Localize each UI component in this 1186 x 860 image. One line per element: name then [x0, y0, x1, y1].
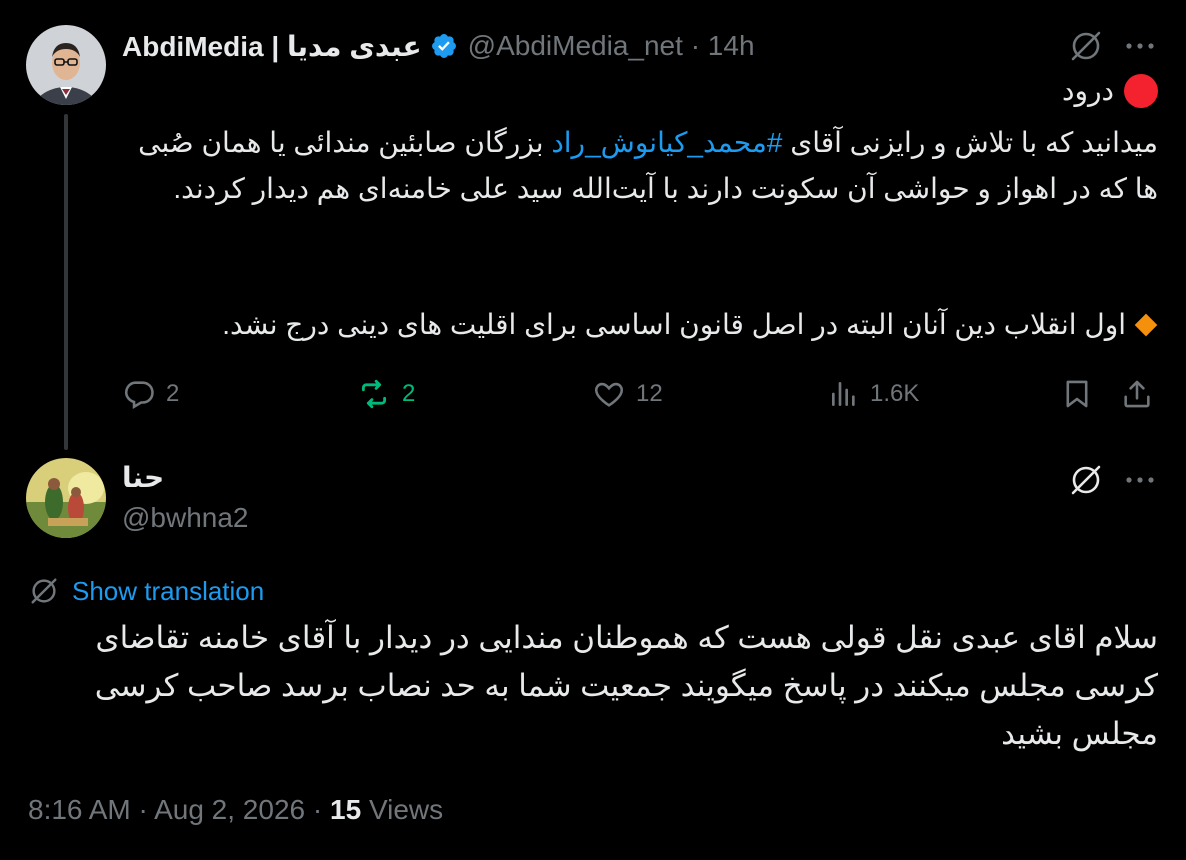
share-button[interactable]	[1120, 372, 1154, 416]
tweet1-body: میدانید که با تلاش و رایزنی آقای #محمد_ک…	[122, 120, 1158, 212]
more-icon[interactable]	[1120, 460, 1160, 500]
repost-icon	[356, 377, 392, 411]
show-translation-link[interactable]: Show translation	[28, 572, 264, 610]
views-icon	[828, 378, 860, 410]
post-time[interactable]: 8:16 AM	[28, 794, 131, 825]
orange-diamond-icon	[1134, 313, 1158, 337]
hashtag-link[interactable]: #محمد_کیانوش_راد	[551, 127, 782, 158]
timestamp[interactable]: 14h	[708, 30, 755, 61]
reply-count: 2	[166, 380, 180, 407]
share-icon	[1120, 377, 1154, 411]
views-button[interactable]: 1.6K	[828, 372, 919, 416]
views-count: 15	[330, 794, 362, 825]
thread-connector	[64, 114, 68, 450]
verified-badge-icon	[430, 32, 458, 60]
display-name[interactable]: AbdiMedia | عبدی مدیا	[122, 30, 422, 63]
post-date[interactable]: Aug 2, 2026	[154, 794, 305, 825]
separator: ·	[690, 30, 701, 61]
more-icon[interactable]	[1120, 26, 1160, 66]
avatar-abdimedia[interactable]	[26, 25, 106, 105]
repost-button[interactable]: 2	[356, 372, 415, 416]
grok-icon[interactable]	[1066, 460, 1106, 500]
grok-icon[interactable]	[1066, 26, 1106, 66]
display-name[interactable]: حنا	[122, 458, 164, 498]
translate-icon	[28, 575, 60, 607]
like-icon	[592, 377, 626, 411]
separator: ·	[138, 794, 148, 825]
reply-icon	[122, 377, 156, 411]
red-circle-icon	[1124, 74, 1158, 108]
handle[interactable]: @AbdiMedia_net	[468, 30, 683, 61]
translate-label: Show translation	[72, 575, 265, 606]
tweet1-action-bar: 2 2 12 1.6K	[122, 372, 1162, 416]
para2-text: اول انقلاب دین آنان البته در اصل قانون ا…	[222, 309, 1126, 340]
like-count: 12	[636, 380, 663, 407]
greeting-line: درود	[122, 68, 1158, 114]
bookmark-icon	[1060, 377, 1094, 411]
tweet2-body: سلام اقای عبدی نقل قولی هست که هموطنان م…	[94, 620, 1158, 751]
greeting-text: درود	[1062, 75, 1114, 106]
separator: ·	[312, 794, 323, 825]
repost-count: 2	[402, 380, 416, 407]
bookmark-button[interactable]	[1060, 372, 1094, 416]
views-count: 1.6K	[870, 380, 920, 407]
tweet1-header: AbdiMedia | عبدی مدیا @AbdiMedia_net · 1…	[122, 26, 755, 66]
views-label: Views	[368, 794, 444, 825]
reply-button[interactable]: 2	[122, 372, 179, 416]
tweet1-para2: اول انقلاب دین آنان البته در اصل قانون ا…	[122, 302, 1158, 348]
avatar-hana[interactable]	[26, 458, 106, 538]
tweet2-footer: 8:16 AM · Aug 2, 2026 · 15 Views	[28, 790, 443, 830]
body-part-1: میدانید که با تلاش و رایزنی آقای	[782, 127, 1158, 158]
handle[interactable]: @bwhna2	[122, 498, 249, 538]
like-button[interactable]: 12	[592, 372, 663, 416]
